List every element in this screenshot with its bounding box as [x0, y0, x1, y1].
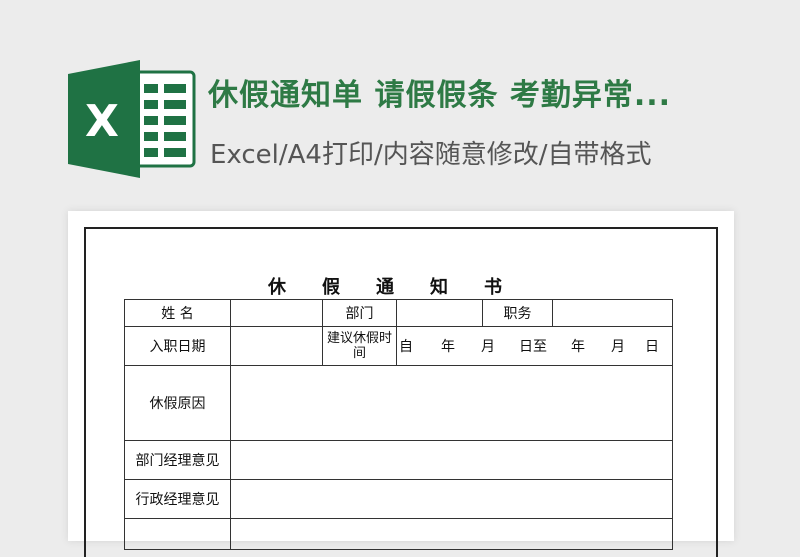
date-month2-label: 月 — [611, 339, 625, 355]
date-year2-label: 年 — [571, 339, 585, 355]
document-preview: 休假通知书 姓 名 部门 职务 入职日期 建议休假时间 自 年 月 日至 年 月 日 休假原… — [68, 211, 734, 557]
leave-date-range-field[interactable]: 自 年 月 日至 年 月 日 — [396, 326, 673, 366]
date-day-to-label: 日至 — [519, 339, 547, 355]
table-row: 休假原因 — [124, 365, 673, 441]
date-from-label: 自 — [399, 339, 413, 355]
page-subtitle: Excel/A4打印/内容随意修改/自带格式 — [210, 140, 652, 170]
hire-date-field[interactable] — [230, 326, 323, 366]
dept-manager-opinion-label: 部门经理意见 — [124, 440, 231, 480]
table-cell — [230, 518, 673, 550]
table-row: 部门经理意见 — [124, 440, 673, 480]
hire-date-label: 入职日期 — [124, 326, 231, 366]
dept-manager-opinion-field[interactable] — [230, 440, 673, 480]
department-field[interactable] — [396, 299, 483, 327]
name-field[interactable] — [230, 299, 323, 327]
date-year-label: 年 — [441, 339, 455, 355]
page-title: 休假通知单 请假假条 考勤异常... — [208, 78, 672, 113]
table-row: 入职日期 建议休假时间 自 年 月 日至 年 月 日 — [124, 326, 673, 366]
name-label: 姓 名 — [124, 299, 231, 327]
table-row: 姓 名 部门 职务 — [124, 299, 673, 327]
position-field[interactable] — [552, 299, 673, 327]
date-month-label: 月 — [481, 339, 495, 355]
suggested-leave-time-label: 建议休假时间 — [322, 326, 397, 366]
table-cell — [124, 518, 231, 550]
department-label: 部门 — [322, 299, 397, 327]
date-day2-label: 日 — [645, 339, 659, 355]
leave-reason-field[interactable] — [230, 365, 673, 441]
position-label: 职务 — [482, 299, 553, 327]
document-title: 休假通知书 — [268, 277, 538, 298]
leave-notice-form: 姓 名 部门 职务 入职日期 建议休假时间 自 年 月 日至 年 月 日 休假原因 部门经理… — [124, 299, 673, 550]
admin-manager-opinion-label: 行政经理意见 — [124, 479, 231, 519]
svg-text:X: X — [85, 96, 119, 147]
admin-manager-opinion-field[interactable] — [230, 479, 673, 519]
table-row — [124, 518, 673, 550]
table-row: 行政经理意见 — [124, 479, 673, 519]
excel-logo-icon: X — [68, 60, 196, 178]
leave-reason-label: 休假原因 — [124, 365, 231, 441]
